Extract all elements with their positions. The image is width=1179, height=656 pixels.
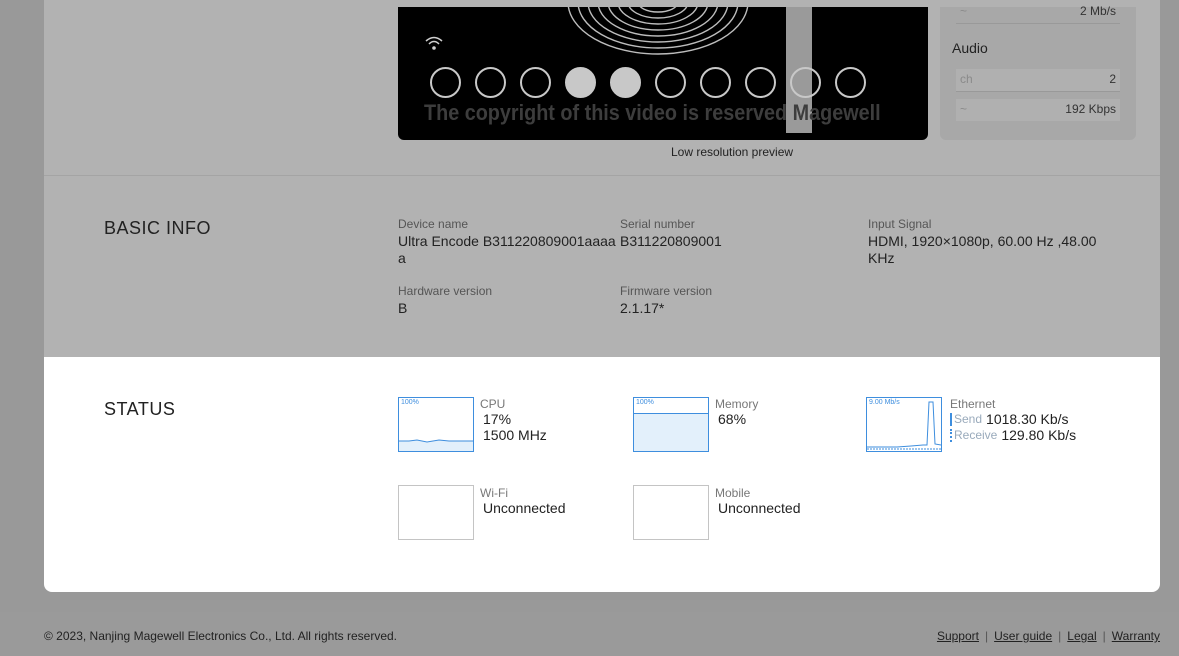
ethernet-send: Send 1018.30 Kb/s: [950, 411, 1076, 427]
cpu-metric: CPU 17% 1500 MHz: [480, 397, 547, 443]
wifi-label: Wi-Fi: [480, 486, 508, 500]
send-label: Send: [954, 412, 983, 426]
device-name-label: Device name: [398, 217, 469, 231]
ethernet-label: Ethernet: [950, 397, 996, 411]
link-separator: |: [984, 629, 989, 643]
video-watermark: The copyright of this video is reserved …: [424, 100, 881, 125]
ethernet-graph: 9.00 Mb/s: [866, 397, 942, 452]
wifi-state: Unconnected: [483, 500, 566, 516]
audio-bitrate: 192 Kbps: [1065, 102, 1116, 116]
memory-usage: 68%: [718, 411, 747, 427]
memory-graph-scale: 100%: [636, 399, 654, 406]
pattern-circle: [790, 67, 821, 98]
cpu-usage: 17%: [483, 411, 512, 427]
test-pattern-circles: [430, 67, 866, 98]
copyright-text: © 2023, Nanjing Magewell Electronics Co.…: [44, 629, 398, 643]
cpu-frequency: 1500 MHz: [483, 427, 547, 443]
preview-caption: Low resolution preview: [670, 145, 794, 159]
video-bitrate-row: ~ 2 Mb/s: [956, 1, 1120, 24]
link-separator: |: [1058, 629, 1062, 643]
pattern-circle: [745, 67, 776, 98]
receive-value: 129.80 Kb/s: [1001, 427, 1077, 443]
link-separator: |: [1102, 629, 1106, 643]
firmware-version-value: 2.1.17*: [620, 300, 665, 316]
pattern-circle: [835, 67, 866, 98]
pattern-circle: [655, 67, 686, 98]
status-title: STATUS: [104, 399, 176, 419]
mobile-metric: Mobile Unconnected: [715, 486, 801, 516]
footer-links: Support | User guide | Legal | Warranty: [937, 629, 1160, 643]
pattern-circle: [565, 67, 596, 98]
serial-number-value: B311220809001: [620, 233, 722, 249]
hardware-version-value: B: [398, 300, 408, 316]
audio-title: Audio: [952, 40, 988, 56]
receive-label: Receive: [954, 428, 998, 442]
basic-info-title: BASIC INFO: [104, 218, 212, 238]
status-panel: STATUS 100% CPU 17% 1500 MHz 100% Memory…: [44, 357, 1160, 592]
basic-info-panel: BASIC INFO Device name Ultra Encode B311…: [44, 175, 1160, 358]
input-signal-field: Input Signal HDMI, 1920×1080p, 60.00 Hz …: [868, 217, 1108, 267]
test-pattern-rings: [567, 7, 749, 55]
audio-channels: 2: [1109, 72, 1116, 86]
user-guide-link[interactable]: User guide: [994, 629, 1052, 643]
memory-graph: 100%: [633, 397, 709, 452]
receive-marker: [950, 428, 952, 442]
wifi-icon: [425, 36, 443, 50]
wifi-graph: [398, 485, 474, 540]
warranty-link[interactable]: Warranty: [1112, 629, 1160, 643]
memory-label: Memory: [715, 397, 759, 411]
stream-info-panel: ~ 2 Mb/s Audio ch 2 ~ 192 Kbps: [940, 4, 1136, 140]
device-name-value: Ultra Encode B311220809001aaaaa: [398, 233, 616, 266]
video-bitrate: 2 Mb/s: [1079, 4, 1116, 18]
firmware-version-label: Firmware version: [620, 284, 713, 298]
cpu-graph: 100%: [398, 397, 474, 452]
hardware-version-label: Hardware version: [398, 284, 493, 298]
input-signal-label: Input Signal: [868, 217, 932, 231]
cpu-line: [399, 439, 473, 451]
legal-link[interactable]: Legal: [1067, 629, 1096, 643]
serial-number-field: Serial number B311220809001: [620, 217, 840, 250]
mobile-state: Unconnected: [718, 500, 801, 516]
footer: © 2023, Nanjing Magewell Electronics Co.…: [0, 612, 1179, 656]
pattern-circle: [430, 67, 461, 98]
send-value: 1018.30 Kb/s: [986, 411, 1069, 427]
serial-number-label: Serial number: [620, 217, 695, 231]
cpu-label: CPU: [480, 397, 506, 411]
pattern-circle: [610, 67, 641, 98]
memory-fill: [634, 413, 708, 451]
audio-bitrate-row: ~ 192 Kbps: [956, 99, 1120, 121]
wifi-metric: Wi-Fi Unconnected: [480, 486, 566, 516]
mobile-graph: [633, 485, 709, 540]
firmware-version-field: Firmware version 2.1.17*: [620, 284, 712, 317]
hardware-version-field: Hardware version B: [398, 284, 492, 317]
bitrate-icon: ~: [960, 4, 968, 18]
channels-key: ch: [960, 72, 973, 86]
memory-metric: Memory 68%: [715, 397, 758, 427]
video-preview[interactable]: The copyright of this video is reserved …: [398, 7, 928, 140]
input-signal-value: HDMI, 1920×1080p, 60.00 Hz ,48.00 KHz: [868, 233, 1097, 266]
audio-channels-row: ch 2: [956, 69, 1120, 92]
ethernet-receive: Receive 129.80 Kb/s: [950, 427, 1076, 443]
bitrate-icon: ~: [960, 102, 968, 116]
mobile-label: Mobile: [715, 486, 751, 500]
ethernet-line: [867, 401, 941, 450]
ethernet-metric: Ethernet Send 1018.30 Kb/s Receive 129.8…: [950, 397, 1076, 443]
pattern-circle: [700, 67, 731, 98]
pattern-circle: [475, 67, 506, 98]
send-marker: [950, 412, 952, 426]
pattern-circle: [520, 67, 551, 98]
device-name-field: Device name Ultra Encode B311220809001aa…: [398, 217, 620, 267]
support-link[interactable]: Support: [937, 629, 979, 643]
